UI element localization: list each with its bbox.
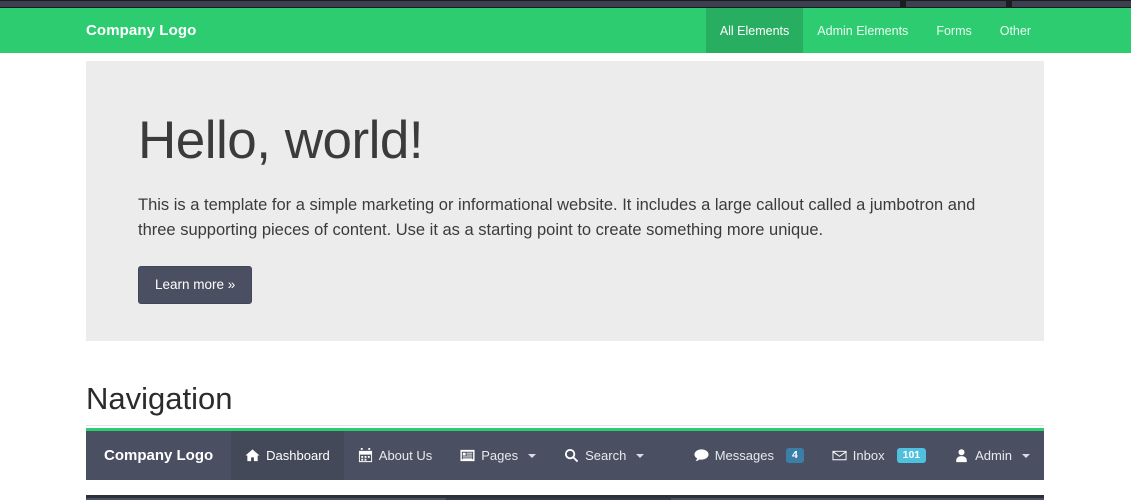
browser-chrome-strip <box>0 0 1131 8</box>
chevron-down-icon <box>636 454 644 458</box>
chevron-down-icon <box>1022 454 1030 458</box>
dark-nav-item-admin[interactable]: Admin <box>940 431 1044 480</box>
dark-nav-item-label: Inbox <box>853 448 885 463</box>
chrome-strip-segment <box>0 1 900 7</box>
dark-nav-item-search[interactable]: Search <box>550 431 658 480</box>
dark-nav-item-pages[interactable]: Pages <box>446 431 550 480</box>
jumbotron: Hello, world! This is a template for a s… <box>86 61 1044 341</box>
dark-nav-item-inbox[interactable]: Inbox 101 <box>818 431 940 480</box>
dark-nav-item-label: About Us <box>379 448 432 463</box>
dark-navbar-right-menu: Messages 4 Inbox 101 Admin <box>680 431 1044 480</box>
jumbotron-lead: This is a template for a simple marketin… <box>138 193 992 244</box>
user-icon <box>954 448 969 463</box>
inbox-badge: 101 <box>897 448 927 464</box>
navigation-section-heading: Navigation <box>86 381 232 417</box>
dark-nav-item-about-us[interactable]: About Us <box>344 431 446 480</box>
comment-icon <box>694 448 709 463</box>
top-nav-item-admin-elements[interactable]: Admin Elements <box>803 8 922 53</box>
top-navbar: Company Logo All Elements Admin Elements… <box>0 8 1131 53</box>
dark-navbar-spacer <box>658 431 679 480</box>
dark-nav-item-label: Admin <box>975 448 1012 463</box>
dark-navbar: Company Logo Dashboard About Us Pages <box>86 428 1044 480</box>
home-icon <box>245 448 260 463</box>
dark-nav-item-label: Messages <box>715 448 774 463</box>
top-navbar-right-padding <box>1045 8 1131 53</box>
page-root: Company Logo All Elements Admin Elements… <box>0 0 1131 500</box>
section-divider <box>86 425 1044 426</box>
messages-badge: 4 <box>786 448 804 464</box>
jumbotron-title: Hello, world! <box>138 113 992 169</box>
top-navbar-brand[interactable]: Company Logo <box>0 8 212 53</box>
dark-navbar-brand[interactable]: Company Logo <box>86 431 231 480</box>
dark-nav-item-messages[interactable]: Messages 4 <box>680 431 818 480</box>
list-alt-icon <box>460 448 475 463</box>
chrome-strip-segment <box>1012 1 1131 7</box>
dark-nav-item-dashboard[interactable]: Dashboard <box>231 431 344 480</box>
dark-nav-item-label: Search <box>585 448 626 463</box>
search-icon <box>564 448 579 463</box>
chrome-strip-segment <box>906 1 1006 7</box>
learn-more-button[interactable]: Learn more » <box>138 266 252 304</box>
dark-nav-item-label: Pages <box>481 448 518 463</box>
calendar-icon <box>358 448 373 463</box>
secondary-navbar-partial <box>86 495 1044 500</box>
top-nav-item-all-elements[interactable]: All Elements <box>706 8 803 53</box>
envelope-icon <box>832 448 847 463</box>
dark-nav-item-label: Dashboard <box>266 448 330 463</box>
top-navbar-menu: All Elements Admin Elements Forms Other <box>706 8 1045 53</box>
chevron-down-icon <box>528 454 536 458</box>
top-nav-item-forms[interactable]: Forms <box>922 8 985 53</box>
top-nav-item-other[interactable]: Other <box>986 8 1045 53</box>
top-navbar-spacer <box>212 8 705 53</box>
jumbotron-content: Hello, world! This is a template for a s… <box>86 61 1044 304</box>
